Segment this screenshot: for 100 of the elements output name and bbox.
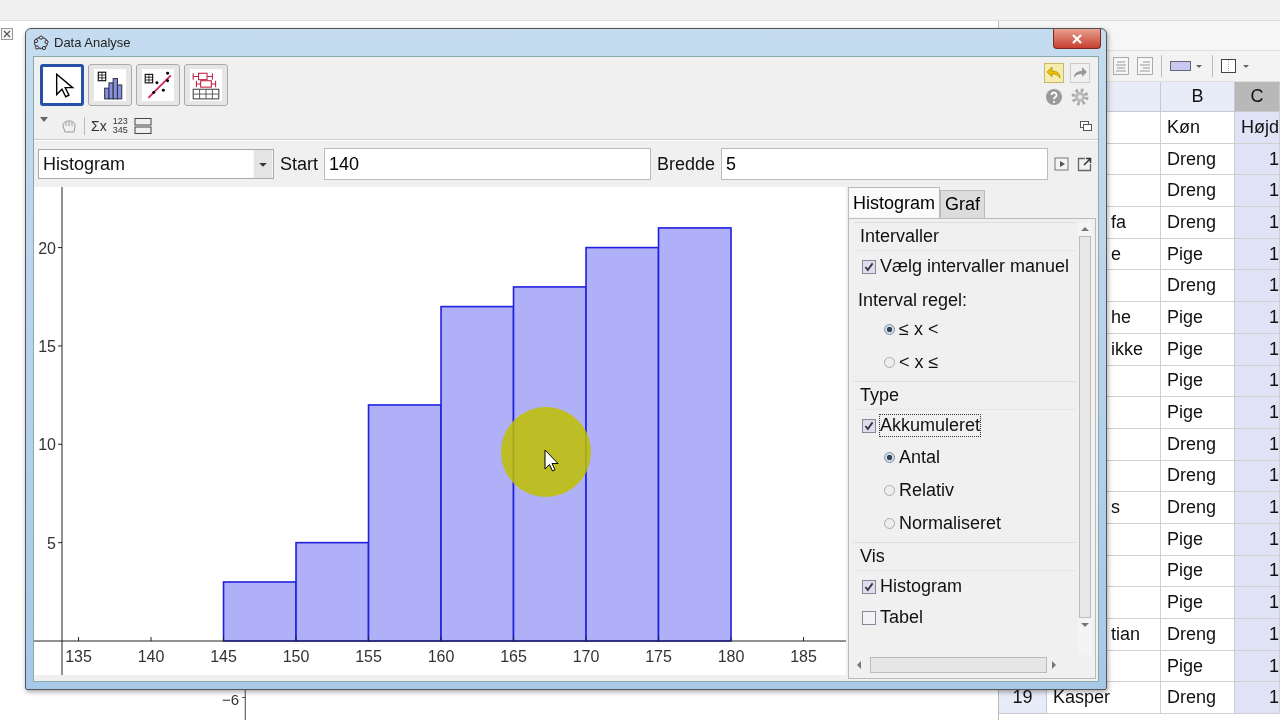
x-tick-label: 185 <box>790 648 817 665</box>
width-label: Bredde <box>657 153 716 175</box>
table-cell: Højd <box>1235 112 1280 144</box>
scatter-plot-icon[interactable] <box>142 69 174 101</box>
table-cell: 1 <box>1235 397 1280 429</box>
table-cell: Pige <box>1161 555 1235 588</box>
fill-color-icon[interactable] <box>1170 58 1204 74</box>
scroll-down-icon[interactable] <box>1080 622 1090 628</box>
table-cell: Dreng <box>1161 175 1235 208</box>
vertical-scrollbar[interactable] <box>1078 222 1092 655</box>
radio-button[interactable] <box>884 357 895 368</box>
table-cell: Pige <box>1161 523 1235 556</box>
start-field[interactable]: 140 <box>324 148 651 180</box>
scroll-thumb[interactable] <box>870 657 1047 673</box>
table-cell: 1 <box>1235 175 1280 208</box>
radio-label[interactable]: < x ≤ <box>899 352 939 373</box>
table-cell: Pige <box>1161 650 1235 683</box>
radio-label[interactable]: Normaliseret <box>899 513 1002 534</box>
radio-label[interactable]: ≤ x < <box>899 319 939 340</box>
table-cell: 1 <box>1235 587 1280 619</box>
x-tick-label: 150 <box>282 648 310 665</box>
table-cell: Køn <box>1161 112 1235 144</box>
table-cell: Dreng <box>1161 492 1235 524</box>
scroll-up-icon[interactable] <box>1080 226 1090 232</box>
data-source-button[interactable]: 123 345 <box>112 117 128 135</box>
x-tick-label: 180 <box>717 648 745 665</box>
table-cell: Pige <box>1161 333 1235 366</box>
checkbox[interactable] <box>862 259 876 274</box>
play-icon[interactable] <box>1054 156 1071 172</box>
x-tick-label: 165 <box>500 648 527 665</box>
column-header[interactable]: C <box>1235 82 1280 112</box>
table-cell: Dreng <box>1161 682 1235 715</box>
radio-button[interactable] <box>884 518 895 529</box>
scroll-right-icon[interactable] <box>1051 660 1057 670</box>
table-cell: Pige <box>1161 238 1235 271</box>
scroll-left-icon[interactable] <box>856 660 862 670</box>
close-button[interactable] <box>1053 29 1101 49</box>
statistics-button[interactable]: Σx <box>91 118 107 134</box>
scroll-thumb[interactable] <box>1079 236 1091 618</box>
width-field[interactable]: 5 <box>721 148 1049 180</box>
section-heading: Type <box>854 382 1076 410</box>
x-tick-label: 155 <box>355 648 382 665</box>
checkbox-label[interactable]: Akkumuleret <box>880 415 981 436</box>
table-cell: Dreng <box>1161 143 1235 176</box>
y-tick-label: 15 <box>38 337 56 355</box>
close-icon[interactable] <box>1 28 13 40</box>
table-cell: 1 <box>1235 492 1280 524</box>
x-tick-label: 140 <box>137 648 165 665</box>
help-icon[interactable] <box>1044 87 1064 107</box>
x-tick-label: 135 <box>65 648 92 665</box>
app-logo-icon <box>33 34 49 51</box>
x-tick-label: 160 <box>427 648 455 665</box>
x-tick-label: 175 <box>645 648 672 665</box>
x-tick-label: 170 <box>572 648 600 665</box>
mouse-cursor-icon <box>544 449 559 472</box>
collapse-triangle-icon[interactable] <box>40 117 48 123</box>
table-cell: Dreng <box>1161 428 1235 461</box>
table-cell: Dreng <box>1161 270 1235 303</box>
pointer-tool-button[interactable] <box>40 64 84 106</box>
table-cell: Dreng <box>1161 460 1235 493</box>
tab[interactable]: Histogram <box>848 187 941 218</box>
layout-icon[interactable] <box>133 117 152 135</box>
bar-chart-tool-button[interactable] <box>88 64 132 106</box>
field-label: Interval regel: <box>857 289 969 312</box>
restore-icon[interactable] <box>1080 121 1092 131</box>
table-cell: 1 <box>1235 619 1280 651</box>
table-cell: Pige <box>1161 397 1235 429</box>
checkbox-label[interactable]: Tabel <box>880 607 924 628</box>
table-cell: Pige <box>1161 587 1235 619</box>
table-cell: Pige <box>1161 365 1235 398</box>
radio-button[interactable] <box>884 452 895 463</box>
column-header[interactable]: B <box>1161 82 1235 112</box>
radio-label[interactable]: Relativ <box>899 480 955 501</box>
table-cell: Dreng <box>1161 619 1235 651</box>
y-tick-label: 5 <box>47 534 56 552</box>
boxplot-icon[interactable] <box>190 69 222 101</box>
table-cell: Pige <box>1161 302 1235 334</box>
table-cell: 1 <box>1235 207 1280 239</box>
checkbox[interactable] <box>862 610 876 625</box>
x-tick-label: 145 <box>210 648 237 665</box>
y-tick-label: 10 <box>38 436 56 454</box>
boxplot-tool-button[interactable] <box>184 64 228 106</box>
section-heading: Intervaller <box>854 223 1076 251</box>
y-tick-label: 20 <box>38 239 56 257</box>
radio-label[interactable]: Antal <box>899 447 941 468</box>
pop-out-icon[interactable] <box>1076 156 1093 172</box>
table-cell: Dreng <box>1161 207 1235 239</box>
radio-button[interactable] <box>884 485 895 496</box>
table-cell: 1 <box>1235 682 1280 715</box>
table-cell: 1 <box>1235 270 1280 303</box>
radio-button[interactable] <box>884 324 895 335</box>
tab[interactable]: Graf <box>940 190 986 218</box>
scatter-tool-button[interactable] <box>136 64 180 106</box>
chart-type-dropdown[interactable]: Histogram <box>38 149 274 179</box>
bar-chart-icon[interactable] <box>94 69 126 101</box>
checkbox-label[interactable]: Histogram <box>880 576 963 597</box>
checkbox[interactable] <box>862 418 876 433</box>
checkbox[interactable] <box>862 579 876 594</box>
table-cell: 1 <box>1235 302 1280 334</box>
caret-icon[interactable] <box>253 150 273 178</box>
